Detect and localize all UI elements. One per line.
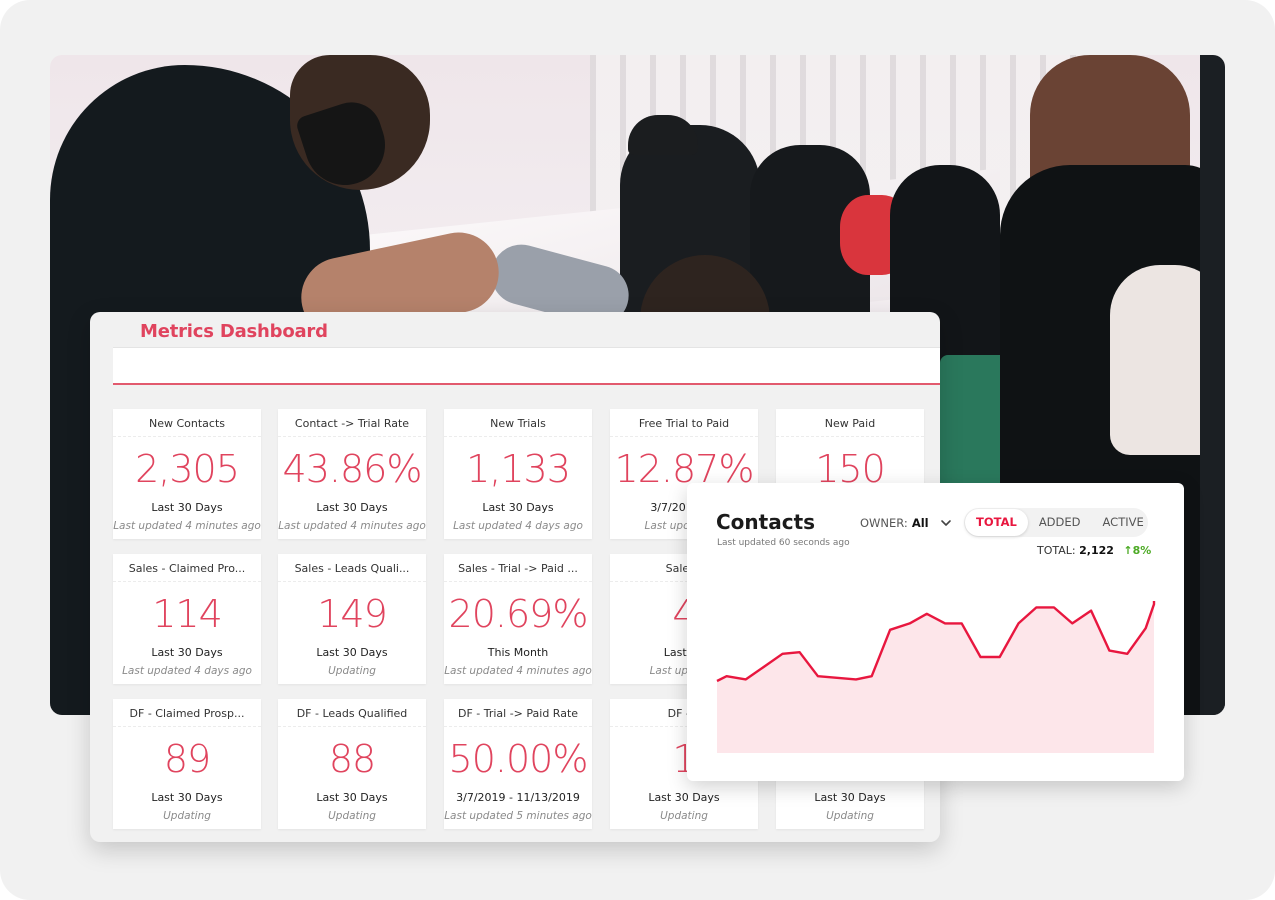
metric-card-updated: Last updated 4 minutes ago [278, 520, 426, 532]
metric-card-title: New Paid [776, 409, 924, 437]
metric-card-updated: Last updated 4 minutes ago [444, 665, 592, 677]
arrow-up-icon: ↑ [1123, 544, 1133, 557]
metric-card-period: 3/7/2019 - 11/13/2019 [456, 791, 580, 804]
metric-card-value: 114 [152, 592, 223, 636]
trend-badge: ↑8% [1123, 544, 1151, 557]
photo-person [1200, 55, 1225, 715]
metric-card-period: Last 30 Days [316, 791, 388, 804]
metric-card-period: Last 30 Days [151, 791, 223, 804]
metric-card-period: Last 30 Days [482, 501, 554, 514]
metric-card-value: 50.00% [448, 737, 589, 781]
tab-added[interactable]: ADDED [1028, 509, 1092, 536]
chart-series-line [716, 601, 1156, 683]
metric-card-title: New Trials [444, 409, 592, 437]
total-summary: TOTAL: 2,122 ↑8% [1037, 544, 1151, 557]
metric-card-period: Last 30 Days [814, 791, 886, 804]
metric-card[interactable]: Sales - Trial -> Paid ... 20.69% This Mont… [444, 554, 592, 684]
metric-card-title: Sales - Trial -> Paid ... [444, 554, 592, 582]
metric-card-updated: Updating [826, 810, 874, 822]
metric-card-title: Free Trial to Paid [610, 409, 758, 437]
metric-card-value: 20.69% [448, 592, 589, 636]
owner-dropdown[interactable]: OWNER: All [860, 516, 953, 530]
metric-card-period: Last 30 Days [151, 646, 223, 659]
metric-card-title: Sales - Leads Quali... [278, 554, 426, 582]
metric-card[interactable]: DF - Trial -> Paid Rate 50.00% 3/7/2019 - … [444, 699, 592, 829]
metric-card-updated: Last updated 4 minutes ago [113, 520, 261, 532]
contacts-last-updated: Last updated 60 seconds ago [717, 538, 850, 548]
metric-card-title: Sales - Claimed Pro... [113, 554, 261, 582]
metric-card-period: Last 30 Days [648, 791, 720, 804]
metric-card-value: 1,133 [466, 447, 571, 491]
metric-card-value: 88 [328, 737, 376, 781]
metric-card-value: 149 [317, 592, 388, 636]
metric-card-updated: Last updated 4 days ago [122, 665, 252, 677]
contacts-title: Contacts [716, 510, 816, 534]
metric-card-updated: Updating [328, 810, 376, 822]
chevron-down-icon [940, 520, 951, 526]
metric-card[interactable]: Sales - Leads Quali... 149 Last 30 Days Upd… [278, 554, 426, 684]
owner-label: OWNER: [860, 516, 908, 530]
metric-card-period: Last 30 Days [316, 501, 388, 514]
chart-area-fill [717, 601, 1154, 753]
metrics-dashboard-title: Metrics Dashboard [140, 321, 328, 342]
metric-card-title: DF - Claimed Prosp... [113, 699, 261, 727]
tab-total[interactable]: TOTAL [965, 509, 1028, 536]
metric-card-updated: Last updated 5 minutes ago [444, 810, 592, 822]
metric-card-updated: Updating [328, 665, 376, 677]
total-value: 2,122 [1079, 544, 1114, 557]
metric-card-title: DF - Leads Qualified [278, 699, 426, 727]
view-toggle: TOTAL ADDED ACTIVE [964, 508, 1148, 537]
metric-card-period: Last 30 Days [316, 646, 388, 659]
metric-card[interactable]: New Trials 1,133 Last 30 Days Last updated … [444, 409, 592, 539]
filter-bar[interactable] [113, 347, 940, 385]
metric-card-title: Contact -> Trial Rate [278, 409, 426, 437]
metric-card[interactable]: DF - Claimed Prosp... 89 Last 30 Days Updat… [113, 699, 261, 829]
metric-card-period: This Month [487, 646, 549, 659]
contacts-panel: Contacts Last updated 60 seconds ago OWN… [687, 483, 1184, 781]
metric-card[interactable]: Sales - Claimed Pro... 114 Last 30 Days Las… [113, 554, 261, 684]
trend-value: 8% [1132, 544, 1152, 557]
metric-card-title: New Contacts [113, 409, 261, 437]
metric-card-value: 2,305 [135, 447, 240, 491]
metric-card-value: 89 [163, 737, 211, 781]
metric-card-value: 43.86% [282, 447, 423, 491]
metric-card-updated: Updating [660, 810, 708, 822]
metric-card-updated: Updating [163, 810, 211, 822]
metric-card[interactable]: New Contacts 2,305 Last 30 Days Last update… [113, 409, 261, 539]
metric-card-period: Last 30 Days [151, 501, 223, 514]
total-label: TOTAL: [1037, 544, 1076, 557]
metric-card[interactable]: Contact -> Trial Rate 43.86% Last 30 Days L… [278, 409, 426, 539]
metric-card-title: DF - Trial -> Paid Rate [444, 699, 592, 727]
owner-value: All [911, 516, 929, 530]
metric-card-updated: Last updated 4 days ago [453, 520, 583, 532]
metric-card[interactable]: DF - Leads Qualified 88 Last 30 Days Updati… [278, 699, 426, 829]
tab-active[interactable]: ACTIVE [1092, 509, 1155, 536]
